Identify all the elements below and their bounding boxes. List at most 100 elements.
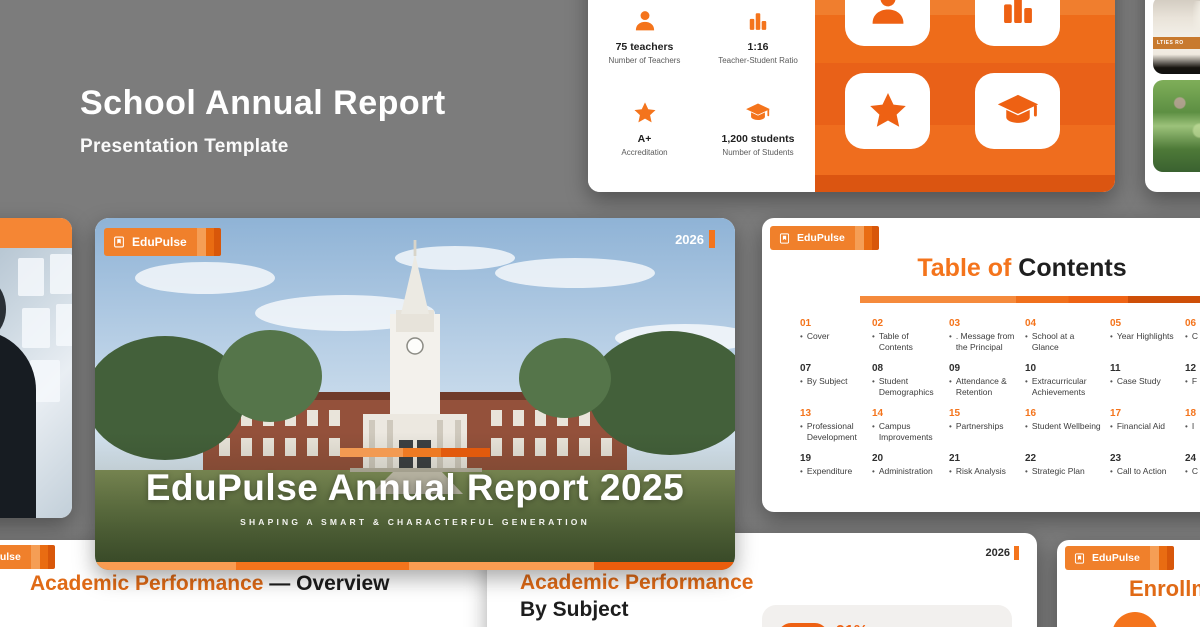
photo-banner-text: LTIES RO bbox=[1153, 37, 1200, 49]
year-badge: 2026 bbox=[986, 546, 1019, 560]
toc-item-number: 20 bbox=[872, 453, 949, 464]
toc-item[interactable]: 04 • School at a Glance bbox=[1025, 318, 1110, 363]
toc-item-label: Campus Improvements bbox=[879, 421, 941, 443]
orange-header-band bbox=[0, 218, 72, 248]
edupulse-logo: EduPulse bbox=[1065, 546, 1174, 570]
bullet: • bbox=[949, 466, 952, 477]
toc-item[interactable]: 14 • Campus Improvements bbox=[872, 408, 949, 453]
toc-item-label: C bbox=[1192, 466, 1198, 477]
stat-chip-icon bbox=[778, 623, 828, 627]
toc-title: Table of Contents bbox=[822, 254, 1200, 283]
toc-item-number: 03 bbox=[949, 318, 1025, 329]
toc-item-number: 08 bbox=[872, 363, 949, 374]
stat-label: Number of Students bbox=[701, 148, 815, 157]
slide-principal-photo[interactable] bbox=[0, 218, 72, 518]
toc-item-label: Case Study bbox=[1117, 376, 1161, 387]
toc-item[interactable]: 22 • Strategic Plan bbox=[1025, 453, 1110, 498]
toc-item-number: 01 bbox=[800, 318, 872, 329]
bullet: • bbox=[1110, 331, 1113, 342]
logo-text: EduPulse bbox=[0, 551, 21, 563]
toc-item-label: Extracurricular Achievements bbox=[1032, 376, 1102, 398]
title-accent-bar bbox=[340, 448, 490, 457]
toc-item-number: 10 bbox=[1025, 363, 1110, 374]
book-icon bbox=[1073, 552, 1086, 565]
toc-item-number: 07 bbox=[800, 363, 872, 374]
toc-item-number: 13 bbox=[800, 408, 872, 419]
toc-item[interactable]: 12 • F bbox=[1185, 363, 1200, 408]
toc-item[interactable]: 11 • Case Study bbox=[1110, 363, 1185, 408]
toc-item-label: Financial Aid bbox=[1117, 421, 1165, 432]
bullet: • bbox=[1025, 376, 1028, 398]
edupulse-logo: EduPulse bbox=[104, 228, 221, 256]
toc-item[interactable]: 06 • C bbox=[1185, 318, 1200, 363]
icon-tile bbox=[975, 0, 1060, 46]
slide-title: Academic Performance — Overview bbox=[30, 572, 390, 596]
cover-subtitle: SHAPING A SMART & CHARACTERFUL GENERATIO… bbox=[95, 517, 735, 527]
toc-item[interactable]: 13 • Professional Development bbox=[800, 408, 872, 453]
stat-item: 1,200 students Number of Students bbox=[701, 98, 815, 190]
toc-item-number: 22 bbox=[1025, 453, 1110, 464]
slide-title: Enrollment bbox=[1129, 576, 1200, 602]
garden-photo bbox=[1153, 80, 1200, 172]
toc-item-label: I bbox=[1192, 421, 1194, 432]
toc-item[interactable]: 01 • Cover bbox=[800, 318, 872, 363]
toc-item-label: Table of Contents bbox=[879, 331, 941, 353]
toc-item[interactable]: 05 • Year Highlights bbox=[1110, 318, 1185, 363]
stat-value: 91% bbox=[836, 623, 868, 627]
toc-item[interactable]: 24 • C bbox=[1185, 453, 1200, 498]
slide-enrollment[interactable]: EduPulse Enrollment bbox=[1057, 540, 1200, 627]
stat-item: 1:16 Teacher-Student Ratio bbox=[701, 6, 815, 98]
toc-item-number: 21 bbox=[949, 453, 1025, 464]
book-icon bbox=[778, 232, 791, 245]
toc-item[interactable]: 20 • Administration bbox=[872, 453, 949, 498]
edupulse-logo: EduPulse bbox=[0, 545, 55, 569]
toc-item[interactable]: 23 • Call to Action bbox=[1110, 453, 1185, 498]
slide-photo-collage[interactable]: LTIES RO bbox=[1145, 0, 1200, 192]
toc-item[interactable]: 02 • Table of Contents bbox=[872, 318, 949, 363]
bullet: • bbox=[800, 376, 803, 387]
toc-item-label: Administration bbox=[879, 466, 933, 477]
slide-table-of-contents[interactable]: EduPulse Table of Contents 01 • Cover 02… bbox=[762, 218, 1200, 512]
stat-value: A+ bbox=[588, 133, 701, 145]
stats-grid: 75 teachers Number of Teachers 1:16 Teac… bbox=[588, 6, 815, 190]
toc-item[interactable]: 15 • Partnerships bbox=[949, 408, 1025, 453]
toc-item[interactable]: 07 • By Subject bbox=[800, 363, 872, 408]
grad-cap-icon bbox=[996, 89, 1040, 133]
slide-school-stats[interactable]: 75 teachers Number of Teachers 1:16 Teac… bbox=[588, 0, 1115, 192]
toc-item[interactable]: 10 • Extracurricular Achievements bbox=[1025, 363, 1110, 408]
toc-item[interactable]: 19 • Expenditure bbox=[800, 453, 872, 498]
toc-item-number: 15 bbox=[949, 408, 1025, 419]
toc-item[interactable]: 18 • I bbox=[1185, 408, 1200, 453]
toc-item[interactable]: 17 • Financial Aid bbox=[1110, 408, 1185, 453]
toc-item[interactable]: 03 • . Message from the Principal bbox=[949, 318, 1025, 363]
toc-item-label: Risk Analysis bbox=[956, 466, 1006, 477]
year-badge: 2026 bbox=[675, 230, 715, 248]
logo-text: EduPulse bbox=[797, 232, 845, 244]
toc-item-number: 05 bbox=[1110, 318, 1185, 329]
person-icon bbox=[632, 8, 658, 34]
bullet: • bbox=[872, 376, 875, 398]
toc-item[interactable]: 16 • Student Wellbeing bbox=[1025, 408, 1110, 453]
bullet: • bbox=[1185, 331, 1188, 342]
bullet: • bbox=[800, 421, 803, 443]
karate-award-photo: LTIES RO bbox=[1153, 0, 1200, 74]
stat-label: Teacher-Student Ratio bbox=[701, 56, 815, 65]
toc-item[interactable]: 08 • Student Demographics bbox=[872, 363, 949, 408]
bullet: • bbox=[949, 421, 952, 432]
bar-chart-icon bbox=[745, 8, 771, 34]
toc-item[interactable]: 09 • Attendance & Retention bbox=[949, 363, 1025, 408]
bullet: • bbox=[800, 331, 803, 342]
toc-divider-bar bbox=[860, 296, 1200, 303]
stat-value: 1,200 students bbox=[701, 133, 815, 145]
slide-cover[interactable]: EduPulse 2026 EduPulse Annual Report 202… bbox=[95, 218, 735, 570]
person-icon bbox=[866, 0, 910, 30]
toc-item-number: 19 bbox=[800, 453, 872, 464]
stat-item: A+ Accreditation bbox=[588, 98, 701, 190]
toc-item-number: 18 bbox=[1185, 408, 1200, 419]
toc-item-label: C bbox=[1192, 331, 1198, 342]
logo-text: EduPulse bbox=[132, 235, 187, 249]
logo-text: EduPulse bbox=[1092, 552, 1140, 564]
toc-item-label: Year Highlights bbox=[1117, 331, 1174, 342]
toc-item[interactable]: 21 • Risk Analysis bbox=[949, 453, 1025, 498]
toc-item-label: Call to Action bbox=[1117, 466, 1167, 477]
